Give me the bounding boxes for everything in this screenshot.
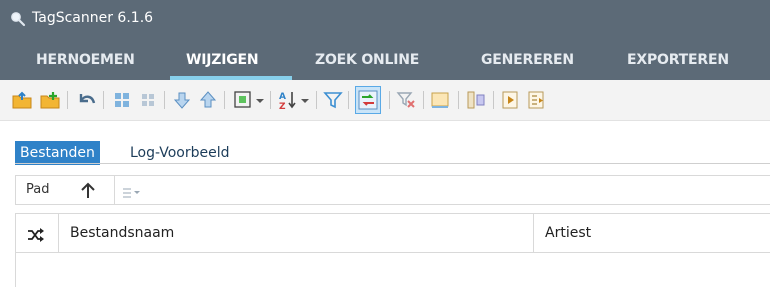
shuffle-icon[interactable] xyxy=(27,227,45,242)
menu-wijzigen[interactable]: WIJZIGEN xyxy=(186,51,259,69)
grid-small-icon[interactable] xyxy=(138,90,158,110)
select-frame-icon[interactable] xyxy=(233,90,253,110)
menu-zoek-online[interactable]: ZOEK ONLINE xyxy=(315,51,419,69)
file-list[interactable]: Bestandsnaam Artiest xyxy=(15,213,770,287)
path-bar: Pad xyxy=(15,175,770,205)
svg-text:Z: Z xyxy=(279,102,286,110)
toolbar-separator xyxy=(423,91,424,109)
menu-bar: HERNOEMEN WIJZIGEN ZOEK ONLINE GENEREREN… xyxy=(0,40,770,80)
swap-tag-icon[interactable] xyxy=(355,86,381,114)
window-title: TagScanner 6.1.6 xyxy=(32,10,154,26)
grid-icon[interactable] xyxy=(112,90,132,110)
path-input[interactable] xyxy=(114,176,770,204)
toolbar-separator xyxy=(316,91,317,109)
move-down-icon[interactable] xyxy=(172,90,192,110)
panel-icon[interactable] xyxy=(430,90,450,110)
playlist-icon[interactable] xyxy=(526,90,546,110)
column-header-artiest[interactable]: Artiest xyxy=(545,224,591,242)
menu-hernoemen[interactable]: HERNOEMEN xyxy=(36,51,135,69)
svg-text:A: A xyxy=(279,92,286,102)
app-search-icon xyxy=(10,11,26,27)
up-arrow-icon[interactable] xyxy=(79,180,97,200)
play-icon[interactable] xyxy=(500,90,520,110)
header: TagScanner 6.1.6 HERNOEMEN WIJZIGEN ZOEK… xyxy=(0,0,770,80)
chevron-down-icon[interactable] xyxy=(299,90,311,110)
toolbar: A Z xyxy=(0,80,770,121)
list-header: Bestandsnaam Artiest xyxy=(16,213,770,253)
toolbar-separator xyxy=(458,91,459,109)
toolbar-separator xyxy=(270,91,271,109)
toolbar-separator xyxy=(103,91,104,109)
column-header-bestandsnaam[interactable]: Bestandsnaam xyxy=(70,224,174,242)
menu-genereren[interactable]: GENEREREN xyxy=(481,51,574,69)
split-icon[interactable] xyxy=(466,90,486,110)
column-divider[interactable] xyxy=(533,214,534,252)
tab-log-voorbeeld[interactable]: Log-Voorbeeld xyxy=(125,141,235,165)
open-folder-icon[interactable] xyxy=(12,90,32,110)
toolbar-separator xyxy=(224,91,225,109)
title-bar: TagScanner 6.1.6 xyxy=(0,0,770,38)
column-divider xyxy=(58,214,59,252)
toolbar-separator xyxy=(493,91,494,109)
menu-exporteren[interactable]: EXPORTEREN xyxy=(627,51,729,69)
undo-icon[interactable] xyxy=(76,90,96,110)
toolbar-separator xyxy=(389,91,390,109)
path-label: Pad xyxy=(26,182,50,197)
chevron-down-icon[interactable] xyxy=(254,90,266,110)
tab-bestanden[interactable]: Bestanden xyxy=(15,141,100,165)
toolbar-separator xyxy=(164,91,165,109)
filter-icon[interactable] xyxy=(323,90,343,110)
add-folder-icon[interactable] xyxy=(40,90,60,110)
sort-az-icon[interactable]: A Z xyxy=(278,90,298,110)
tagscanner-window: TagScanner 6.1.6 HERNOEMEN WIJZIGEN ZOEK… xyxy=(0,0,770,287)
toolbar-separator xyxy=(348,91,349,109)
tabs-divider xyxy=(15,163,770,164)
path-history-dropdown-icon[interactable] xyxy=(122,184,142,198)
move-up-icon[interactable] xyxy=(198,90,218,110)
toolbar-separator xyxy=(67,91,68,109)
clear-filter-icon[interactable] xyxy=(396,90,416,110)
tab-strip: Bestanden Log-Voorbeeld xyxy=(0,122,770,165)
